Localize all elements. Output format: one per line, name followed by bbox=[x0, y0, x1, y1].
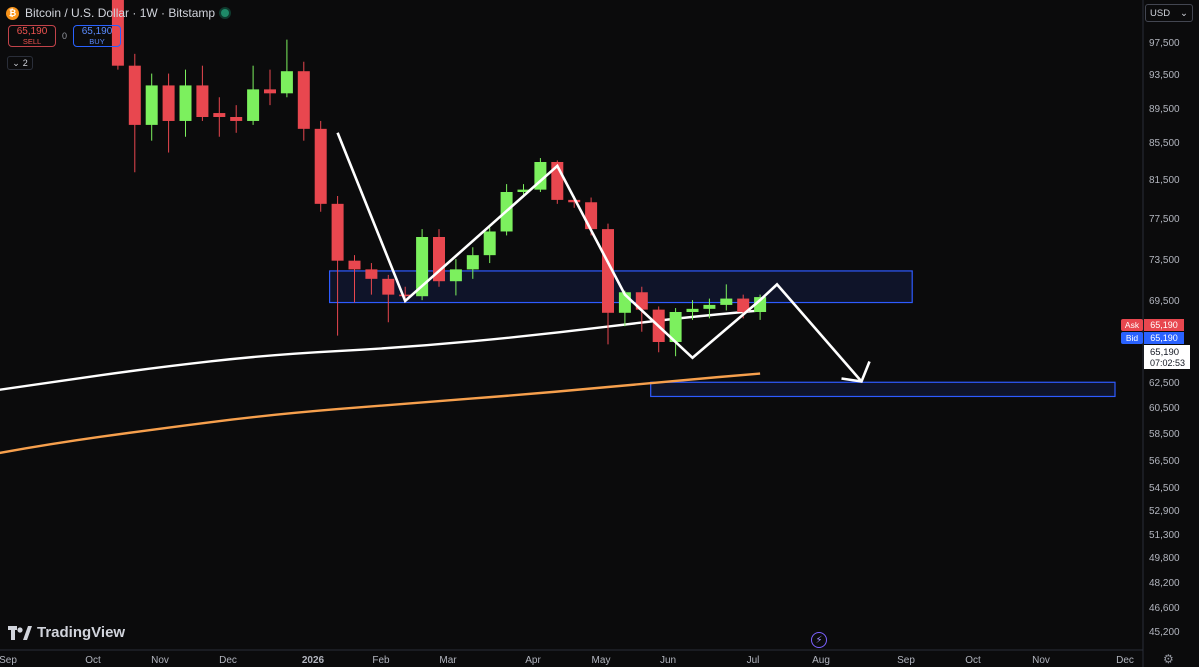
currency-selector[interactable]: USD ⌄ bbox=[1145, 4, 1193, 22]
time-tick-label: Sep bbox=[0, 655, 17, 666]
candle-body bbox=[483, 231, 496, 256]
chevron-down-icon: ⌄ bbox=[1180, 7, 1188, 19]
time-tick-label: Dec bbox=[1116, 655, 1134, 666]
price-tick-label: 77,500 bbox=[1149, 214, 1180, 225]
indicators-toggle[interactable]: ⌄ 2 bbox=[7, 56, 33, 70]
candle-body bbox=[449, 269, 462, 282]
time-tick-label: Dec bbox=[219, 655, 237, 666]
candle-body bbox=[466, 255, 479, 270]
bid-tag: Bid 65,190 bbox=[1121, 332, 1184, 344]
buy-label: BUY bbox=[89, 36, 105, 46]
gear-icon[interactable]: ⚙ bbox=[1163, 652, 1174, 666]
price-tick-label: 93,500 bbox=[1149, 70, 1180, 81]
live-dot-icon bbox=[221, 9, 230, 17]
candle bbox=[534, 158, 547, 192]
zone-box-1 bbox=[650, 381, 1116, 398]
price-tick-label: 56,500 bbox=[1149, 456, 1180, 467]
candle-body bbox=[314, 128, 327, 204]
candle-body bbox=[686, 308, 699, 312]
candle-body bbox=[196, 85, 209, 117]
candle-body bbox=[280, 71, 293, 94]
candle-body bbox=[348, 260, 361, 270]
symbol-header[interactable]: ₿ Bitcoin / U.S. Dollar · 1W · Bitstamp bbox=[6, 4, 230, 22]
price-tick-label: 51,300 bbox=[1149, 530, 1180, 541]
price-tick-label: 46,600 bbox=[1149, 603, 1180, 614]
time-tick-label: Oct bbox=[85, 655, 101, 666]
candle bbox=[433, 229, 445, 287]
price-tick-label: 58,500 bbox=[1149, 429, 1180, 440]
candle-body bbox=[331, 203, 344, 261]
price-chart[interactable]: 45,200 46,600 48,200 49,800 51,300 52,900 54,5… bbox=[0, 0, 1199, 667]
price-tick-label: 73,500 bbox=[1149, 255, 1180, 266]
trade-panel: 65,190 SELL 0 65,190 BUY bbox=[8, 25, 122, 47]
ask-tag-label: Ask bbox=[1125, 320, 1140, 330]
buy-price: 65,190 bbox=[81, 25, 113, 37]
bid-tag-label: Bid bbox=[1126, 333, 1139, 343]
time-tick-label: Aug bbox=[812, 655, 830, 666]
brand-name: TradingView bbox=[37, 624, 126, 641]
time-tick-label: Sep bbox=[897, 655, 915, 666]
candle-body bbox=[247, 89, 260, 121]
candle-body bbox=[297, 71, 310, 129]
candle-body bbox=[213, 113, 226, 117]
price-tick-label: 85,500 bbox=[1149, 138, 1180, 149]
price-tick-label: 69,500 bbox=[1149, 296, 1180, 307]
chevron-down-icon: ⌄ bbox=[12, 57, 20, 68]
last-price-tag: 65,19007:02:53 bbox=[1144, 345, 1190, 369]
candle-body bbox=[382, 278, 395, 295]
sell-label: SELL bbox=[22, 36, 42, 46]
price-tick-label: 52,900 bbox=[1149, 506, 1180, 517]
candle bbox=[314, 120, 327, 212]
candle bbox=[297, 61, 310, 141]
candle-body bbox=[162, 85, 175, 121]
price-tick-label: 60,500 bbox=[1149, 403, 1180, 414]
indicators-count: 2 bbox=[22, 58, 28, 68]
lightning-icon[interactable]: ⚡ bbox=[811, 632, 827, 648]
bitcoin-icon: ₿ bbox=[6, 6, 19, 20]
ask-tag-value: 65,190 bbox=[1150, 320, 1178, 330]
symbol-title: Bitcoin / U.S. Dollar · 1W · Bitstamp bbox=[25, 6, 216, 20]
time-tick-label: Nov bbox=[1032, 655, 1050, 666]
buy-button[interactable]: 65,190 BUY bbox=[73, 25, 122, 47]
time-tick-label: Oct bbox=[965, 655, 981, 666]
time-tick-label: Mar bbox=[439, 655, 457, 666]
time-tick-label: Jul bbox=[747, 655, 760, 666]
price-tick-label: 48,200 bbox=[1149, 578, 1180, 589]
tradingview-logo[interactable]: TradingView bbox=[8, 624, 125, 641]
time-tick-label: Apr bbox=[525, 655, 541, 666]
time-tick-label: 2026 bbox=[302, 655, 325, 666]
spread-value: 0 bbox=[62, 31, 68, 41]
bid-tag-value: 65,190 bbox=[1150, 333, 1178, 343]
candle-body bbox=[264, 89, 276, 94]
time-tick-label: May bbox=[592, 655, 611, 666]
price-tick-label: 89,500 bbox=[1149, 104, 1180, 115]
candle-body bbox=[230, 117, 243, 121]
time-tick-label: Jun bbox=[660, 655, 676, 666]
price-tick-label: 49,800 bbox=[1149, 553, 1180, 564]
candle-body bbox=[128, 65, 141, 125]
sell-price: 65,190 bbox=[16, 25, 48, 37]
currency-label: USD bbox=[1150, 7, 1171, 19]
price-tick-label: 81,500 bbox=[1149, 175, 1180, 186]
price-tick-label: 45,200 bbox=[1149, 627, 1180, 638]
candle-body bbox=[703, 304, 716, 309]
tradingview-logo-icon bbox=[8, 625, 32, 640]
last-price-value: 65,190 bbox=[1150, 347, 1179, 358]
ask-tag: Ask 65,190 bbox=[1121, 319, 1184, 331]
price-tick-label: 97,500 bbox=[1149, 38, 1180, 49]
candle-body bbox=[145, 85, 158, 125]
price-tick-label: 62,500 bbox=[1149, 378, 1180, 389]
time-tick-label: Nov bbox=[151, 655, 169, 666]
time-tick-label: Feb bbox=[372, 655, 390, 666]
candle-body bbox=[179, 85, 192, 121]
candle-body bbox=[365, 269, 378, 279]
sell-button[interactable]: 65,190 SELL bbox=[8, 25, 56, 47]
price-tick-label: 54,500 bbox=[1149, 483, 1180, 494]
candle-body bbox=[720, 298, 733, 305]
bar-countdown: 07:02:53 bbox=[1150, 358, 1185, 368]
